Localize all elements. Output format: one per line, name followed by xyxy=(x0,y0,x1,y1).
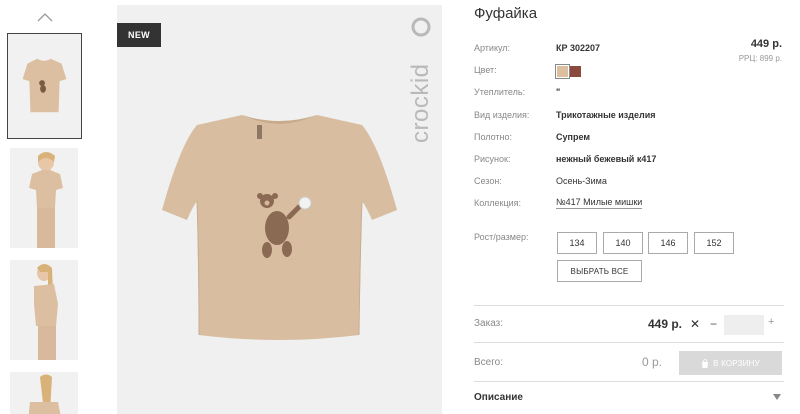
plus-icon[interactable]: + xyxy=(768,316,774,328)
attr-label: Вид изделия: xyxy=(474,110,530,120)
thumbnail-tshirt-image xyxy=(8,34,81,138)
attr-value: " xyxy=(556,87,561,97)
thumbnail-model-back-image xyxy=(10,372,78,414)
attr-label: Цвет: xyxy=(474,65,497,75)
collection-link[interactable]: №417 Милые мишки xyxy=(556,197,643,209)
attr-label: Сезон: xyxy=(474,176,502,186)
attr-label: Полотно: xyxy=(474,132,513,142)
thumbnail-model-side-image xyxy=(10,260,78,360)
thumbnail-3[interactable] xyxy=(10,260,78,360)
chevron-down-icon[interactable] xyxy=(773,394,781,400)
total-value: 0 р. xyxy=(642,355,663,369)
cart-icon xyxy=(702,358,709,368)
attr-value: Супрем xyxy=(556,132,590,142)
order-label: Заказ: xyxy=(474,318,504,329)
size-option-134[interactable]: 134 xyxy=(557,232,597,254)
color-swatch-brown[interactable] xyxy=(570,66,581,77)
total-label: Всего: xyxy=(474,357,503,368)
quantity-input[interactable] xyxy=(724,315,764,335)
divider xyxy=(474,381,784,382)
minus-icon[interactable]: − xyxy=(710,317,717,331)
attr-label: Коллекция: xyxy=(474,198,522,208)
order-price: 449 р. xyxy=(648,317,683,331)
description-toggle[interactable]: Описание xyxy=(474,392,523,403)
select-all-sizes-button[interactable]: ВЫБРАТЬ ВСЕ xyxy=(557,260,642,282)
attr-label: Утеплитель: xyxy=(474,87,526,97)
size-option-146[interactable]: 146 xyxy=(648,232,688,254)
thumbnail-4[interactable] xyxy=(10,372,78,414)
attr-label: Рисунок: xyxy=(474,154,511,164)
divider xyxy=(474,305,784,306)
thumbnail-1[interactable] xyxy=(7,33,82,139)
attr-value: Трикотажные изделия xyxy=(556,110,656,120)
thumbnail-model-front-image xyxy=(10,148,78,248)
add-to-cart-button[interactable]: В КОРЗИНУ xyxy=(679,351,782,375)
attr-value: Осень-Зима xyxy=(556,176,607,186)
color-swatch-beige[interactable] xyxy=(555,64,570,79)
add-to-cart-label: В КОРЗИНУ xyxy=(713,358,760,368)
chevron-up-icon[interactable] xyxy=(36,10,54,24)
tshirt-illustration xyxy=(162,115,397,340)
close-icon[interactable]: ✕ xyxy=(690,317,700,331)
recommended-price: РРЦ: 899 р. xyxy=(738,54,782,63)
product-price: 449 р. xyxy=(750,38,782,50)
size-option-140[interactable]: 140 xyxy=(603,232,643,254)
size-option-152[interactable]: 152 xyxy=(694,232,734,254)
attr-label: Артикул: xyxy=(474,43,511,53)
attr-value: КР 302207 xyxy=(556,43,601,53)
thumbnail-2[interactable] xyxy=(10,148,78,248)
size-label: Рост/размер: xyxy=(474,232,529,242)
main-product-image[interactable]: NEW crockid xyxy=(117,5,442,414)
product-title: Фуфайка xyxy=(474,5,538,22)
attr-value: нежный бежевый к417 xyxy=(556,154,657,164)
divider xyxy=(474,342,784,343)
